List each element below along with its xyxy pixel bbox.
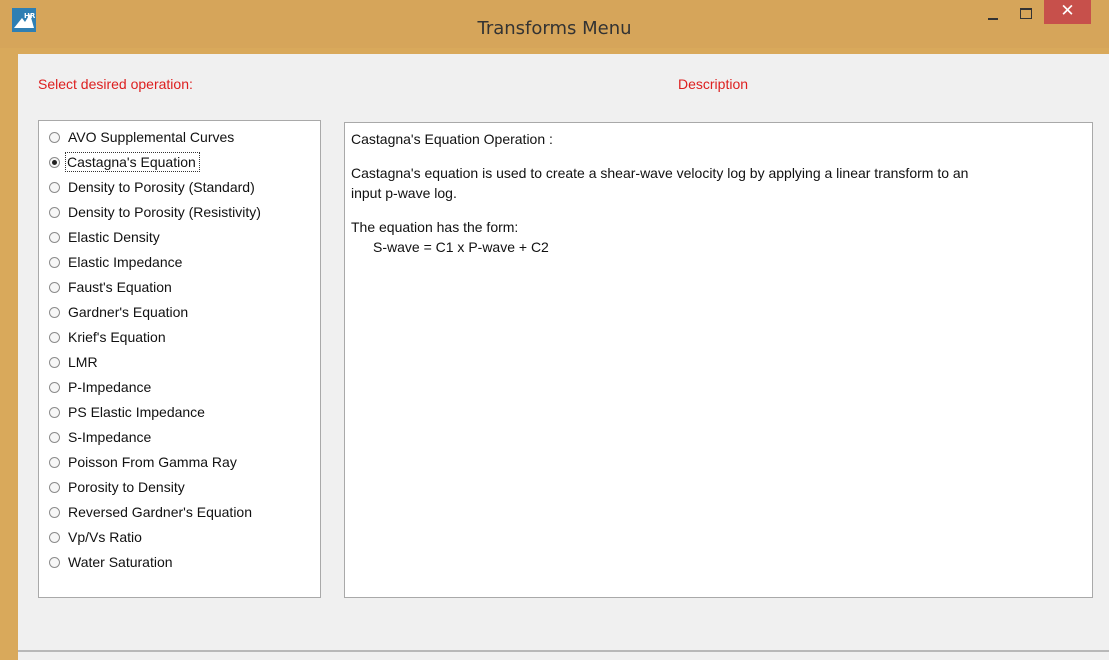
option-label: Krief's Equation bbox=[68, 329, 166, 345]
option-label: Water Saturation bbox=[68, 554, 173, 570]
window-title: Transforms Menu bbox=[477, 18, 632, 39]
option-label: Density to Porosity (Standard) bbox=[68, 179, 255, 195]
option-label: Vp/Vs Ratio bbox=[68, 529, 142, 545]
option-label: Castagna's Equation bbox=[65, 152, 200, 172]
description-text: The equation has the form: bbox=[351, 219, 519, 235]
option-label: Poisson From Gamma Ray bbox=[68, 454, 237, 470]
svg-text:HR: HR bbox=[24, 12, 36, 20]
option-label: Elastic Impedance bbox=[68, 254, 183, 270]
description-text: Castagna's equation is used to create a … bbox=[351, 165, 969, 181]
radio-button[interactable] bbox=[49, 457, 60, 468]
description-textbox[interactable]: Castagna's Equation Operation : Castagna… bbox=[344, 122, 1093, 598]
radio-button[interactable] bbox=[49, 132, 60, 143]
close-button[interactable]: ✕ bbox=[1044, 0, 1091, 24]
radio-button[interactable] bbox=[49, 282, 60, 293]
option-label: PS Elastic Impedance bbox=[68, 404, 205, 420]
option-label: S-Impedance bbox=[68, 429, 152, 445]
maximize-button[interactable] bbox=[1010, 0, 1042, 26]
select-operation-label: Select desired operation: bbox=[38, 76, 193, 92]
option-label: Faust's Equation bbox=[68, 279, 172, 295]
description-heading: Description bbox=[678, 76, 749, 92]
option-label: P-Impedance bbox=[68, 379, 152, 395]
operation-list: AVO Supplemental Curves Castagna's Equat… bbox=[38, 120, 321, 598]
radio-button[interactable] bbox=[49, 557, 60, 568]
description-text: input p-wave log. bbox=[351, 185, 457, 201]
radio-button-selected[interactable] bbox=[49, 157, 60, 168]
radio-button[interactable] bbox=[49, 257, 60, 268]
radio-button[interactable] bbox=[49, 407, 60, 418]
radio-button[interactable] bbox=[49, 507, 60, 518]
option-label: AVO Supplemental Curves bbox=[68, 129, 235, 145]
radio-button[interactable] bbox=[49, 482, 60, 493]
option-label: Porosity to Density bbox=[68, 479, 185, 495]
transforms-window: HR Transforms Menu ✕ Select desired oper… bbox=[0, 0, 1109, 660]
option-label: Density to Porosity (Resistivity) bbox=[68, 204, 261, 220]
radio-button[interactable] bbox=[49, 332, 60, 343]
equation-text: S-wave = C1 x P-wave + C2 bbox=[373, 239, 549, 255]
divider bbox=[18, 650, 1109, 652]
option-label: LMR bbox=[68, 354, 98, 370]
option-label: Gardner's Equation bbox=[68, 304, 189, 320]
radio-button[interactable] bbox=[49, 532, 60, 543]
minimize-button[interactable] bbox=[978, 0, 1010, 26]
radio-button[interactable] bbox=[49, 232, 60, 243]
radio-button[interactable] bbox=[49, 432, 60, 443]
radio-button[interactable] bbox=[49, 207, 60, 218]
description-title: Castagna's Equation Operation : bbox=[351, 131, 553, 147]
app-logo-icon[interactable]: HR bbox=[12, 8, 36, 32]
radio-button[interactable] bbox=[49, 382, 60, 393]
radio-button[interactable] bbox=[49, 357, 60, 368]
title-bar[interactable]: HR Transforms Menu ✕ bbox=[0, 0, 1109, 48]
radio-button[interactable] bbox=[49, 307, 60, 318]
option-label: Elastic Density bbox=[68, 229, 160, 245]
client-area: Select desired operation: Description AV… bbox=[18, 54, 1109, 660]
radio-button[interactable] bbox=[49, 182, 60, 193]
option-label: Reversed Gardner's Equation bbox=[68, 504, 252, 520]
